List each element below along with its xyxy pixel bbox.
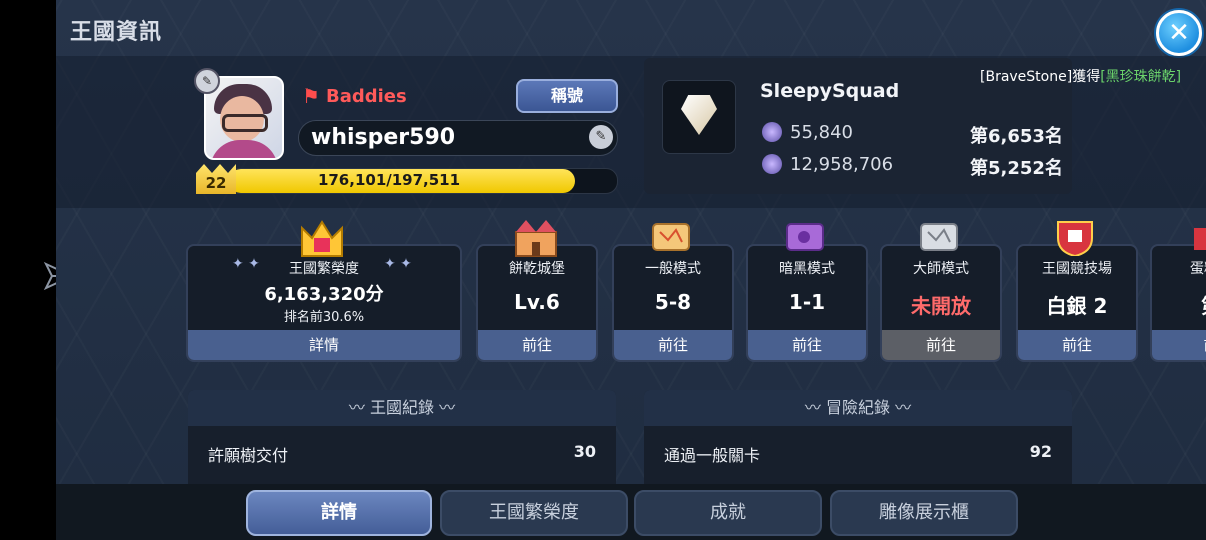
guild-emblem-icon[interactable] — [662, 80, 736, 154]
card-button[interactable]: 前往 — [478, 330, 596, 360]
record-value: 92 — [1029, 442, 1052, 461]
avatar-body — [210, 140, 278, 158]
card-value: 5-8 — [654, 290, 692, 314]
card-value: 白銀 2 — [1046, 294, 1108, 318]
left-system-strip — [0, 0, 75, 540]
ornament-icon: 〰 — [348, 398, 370, 417]
record-row: 許願樹交付 30 — [208, 442, 596, 466]
card-value: Lv.6 — [514, 290, 560, 314]
arena-shield-icon — [1057, 221, 1093, 256]
castle-icon — [515, 220, 557, 257]
card-label: 暗黑模式 — [779, 261, 835, 277]
card-button[interactable]: 前往 — [614, 330, 732, 360]
card-label: 一般模式 — [645, 261, 701, 277]
card-value: 第 — [1152, 290, 1206, 319]
avatar-edit-pencil-icon[interactable]: ✎ — [194, 68, 220, 94]
cake-tower-icon — [1194, 228, 1206, 250]
master-map-scroll-icon — [920, 223, 958, 251]
player-name: whisper590 — [311, 125, 456, 150]
close-button[interactable]: ✕ — [1156, 10, 1202, 56]
adventure-records-title: 〰 冒險紀錄 〰 — [644, 390, 1072, 426]
kingdom-info-screen: 王國資訊 ✕ ✎ ⚑ Baddies 稱號 whisper590 ✎ 176,1… — [56, 0, 1206, 540]
ornament-icon: 〰 — [890, 398, 912, 417]
card-dark-mode[interactable]: 暗黑模式 1-1 前往 — [746, 244, 868, 362]
card-kingdom-arena[interactable]: 王國競技場 白銀 2 前往 — [1016, 244, 1138, 362]
broadcast-notice: [BraveStone]獲得[黑珍珠餅乾] — [980, 66, 1181, 86]
card-value: 6,163,320分 — [264, 284, 384, 305]
card-label: 王國競技場 — [1042, 261, 1112, 277]
kingdom-records-panel: 〰 王國紀錄 〰 許願樹交付 30 — [188, 390, 616, 490]
record-label: 通過一般關卡 — [664, 446, 761, 465]
guild-stat2-value: 12,958,706 — [790, 154, 894, 175]
section-title: 冒險紀錄 — [825, 398, 890, 417]
card-button[interactable]: 前往 — [1018, 330, 1136, 360]
ornament-icon: 〰 — [434, 398, 456, 417]
card-value: 1-1 — [788, 290, 826, 314]
card-master-mode[interactable]: 大師模式 未開放 前往 — [880, 244, 1002, 362]
avatar-glasses — [222, 114, 268, 132]
dark-map-scroll-icon — [786, 223, 824, 251]
title-button[interactable]: 稱號 — [516, 79, 618, 113]
guild-stat1-value: 55,840 — [790, 122, 853, 143]
diamond-icon — [681, 95, 717, 135]
trophy-icon — [762, 122, 782, 142]
tab-details[interactable]: 詳情 — [246, 490, 432, 536]
kingdom-records-title: 〰 王國紀錄 〰 — [188, 390, 616, 426]
record-value: 30 — [573, 442, 596, 461]
adventure-records-panel: 〰 冒險紀錄 〰 通過一般關卡 92 — [644, 390, 1072, 490]
crown-house-icon — [301, 220, 343, 257]
map-scroll-icon — [652, 223, 690, 251]
card-button[interactable]: 前往 — [882, 330, 1000, 360]
card-label: 餅乾城堡 — [509, 261, 565, 277]
notice-highlight: [黑珍珠餅乾] — [1100, 69, 1182, 85]
tab-prosperity[interactable]: 王國繁榮度 — [440, 490, 628, 536]
record-label: 許願樹交付 — [208, 446, 289, 465]
card-label: 王國繁榮度 — [289, 261, 359, 277]
guild-name[interactable]: Baddies — [326, 86, 407, 107]
card-cake-tower[interactable]: 蛋糕塔 第 前 — [1150, 244, 1206, 362]
guild-team-name: SleepySquad — [760, 80, 900, 102]
card-label: 大師模式 — [913, 261, 969, 277]
card-label: 蛋糕塔 — [1190, 261, 1206, 277]
player-name-box: whisper590 ✎ — [298, 120, 618, 156]
card-prosperity[interactable]: ✦ ✦ ✦ ✦ 王國繁榮度 6,163,320分 排名前30.6% 詳情 — [186, 244, 462, 362]
guild-flag-icon: ⚑ — [302, 84, 320, 108]
xp-text: 176,101/197,511 — [317, 171, 461, 189]
tab-achievements[interactable]: 成就 — [634, 490, 822, 536]
card-button[interactable]: 詳情 — [188, 330, 460, 360]
card-value: 未開放 — [911, 294, 971, 318]
xp-progress-bar: 176,101/197,511 — [228, 168, 618, 194]
tab-statue-showcase[interactable]: 雕像展示櫃 — [830, 490, 1018, 536]
ornament-icon: 〰 — [804, 398, 826, 417]
record-row: 通過一般關卡 92 — [664, 442, 1052, 466]
card-button[interactable]: 前 — [1152, 330, 1206, 360]
section-title: 王國紀錄 — [369, 398, 434, 417]
card-normal-mode[interactable]: 一般模式 5-8 前往 — [612, 244, 734, 362]
guild-stat1-rank: 第6,653名 — [970, 126, 1063, 147]
close-icon: ✕ — [1168, 18, 1190, 48]
bottom-tab-bar — [56, 484, 1206, 540]
shield-icon — [762, 154, 782, 174]
name-edit-pencil-icon[interactable]: ✎ — [589, 125, 613, 149]
card-button[interactable]: 前往 — [748, 330, 866, 360]
guild-stat2-rank: 第5,252名 — [970, 158, 1063, 179]
page-title: 王國資訊 — [70, 20, 163, 45]
card-cookie-castle[interactable]: 餅乾城堡 Lv.6 前往 — [476, 244, 598, 362]
notice-prefix: [BraveStone]獲得 — [980, 69, 1101, 85]
card-subtext: 排名前30.6% — [283, 310, 365, 325]
